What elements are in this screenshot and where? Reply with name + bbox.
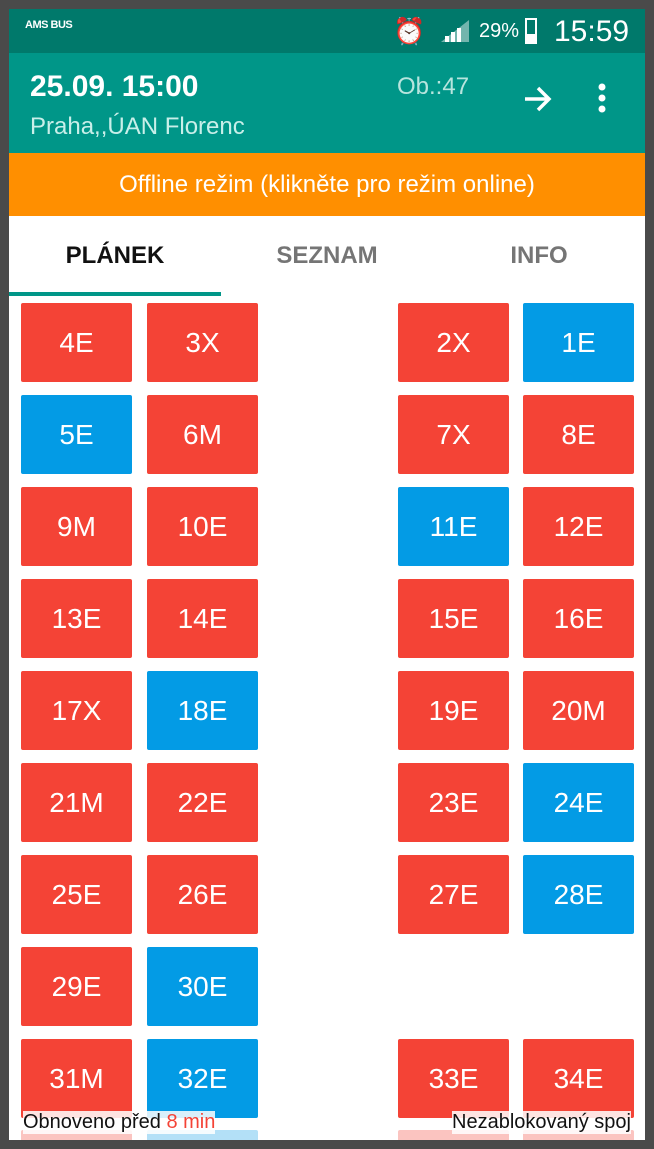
seat-33e[interactable]: 33E (398, 1039, 509, 1118)
updated-prefix: Obnoveno před (23, 1111, 161, 1133)
amsbus-logo: AMS BUS (25, 19, 73, 31)
seat-2x[interactable]: 2X (398, 303, 509, 382)
seat-13e[interactable]: 13E (21, 579, 132, 658)
seat-16e[interactable]: 16E (523, 579, 634, 658)
seat-21m[interactable]: 21M (21, 763, 132, 842)
seat-15e[interactable]: 15E (398, 579, 509, 658)
seat-18e[interactable]: 18E (147, 671, 258, 750)
seat-22e[interactable]: 22E (147, 763, 258, 842)
app-screen: AMS BUS ⏰ 29% 15:59 25.09. 15:00 Praha,,… (9, 9, 645, 1140)
seat-1e[interactable]: 1E (523, 303, 634, 382)
seat-5e[interactable]: 5E (21, 395, 132, 474)
seat-24e[interactable]: 24E (523, 763, 634, 842)
departure-datetime: 25.09. 15:00 (30, 70, 199, 103)
seat-3x[interactable]: 3X (147, 303, 258, 382)
seat-17x[interactable]: 17X (21, 671, 132, 750)
seat-6m[interactable]: 6M (147, 395, 258, 474)
seat-29e[interactable]: 29E (21, 947, 132, 1026)
seat-12e[interactable]: 12E (523, 487, 634, 566)
seat-30e[interactable]: 30E (147, 947, 258, 1026)
seat-20m[interactable]: 20M (523, 671, 634, 750)
seat-19e[interactable]: 19E (398, 671, 509, 750)
clock: 15:59 (554, 15, 630, 48)
offline-mode-banner[interactable]: Offline režim (klikněte pro režim online… (9, 153, 645, 216)
updated-minutes: 8 min (166, 1111, 216, 1133)
arrow-right-icon[interactable] (517, 79, 557, 119)
app-bar: 25.09. 15:00 Praha,,ÚAN Florenc Ob.:47 (9, 53, 645, 153)
seat-26e[interactable]: 26E (147, 855, 258, 934)
seat-25e[interactable]: 25E (21, 855, 132, 934)
departure-station: Praha,,ÚAN Florenc (30, 113, 245, 140)
seat-11e[interactable]: 11E (398, 487, 509, 566)
last-updated: Obnoveno před 8 min (23, 1111, 216, 1134)
seat-7x[interactable]: 7X (398, 395, 509, 474)
seat-4e[interactable]: 4E (21, 303, 132, 382)
signal-icon (441, 20, 469, 42)
seat-34e[interactable]: 34E (523, 1039, 634, 1118)
battery-icon (525, 18, 537, 44)
battery-percent: 29% (479, 20, 520, 42)
tab-planek[interactable]: PLÁNEK (9, 216, 221, 296)
seat-31m[interactable]: 31M (21, 1039, 132, 1118)
tab-seznam[interactable]: SEZNAM (221, 216, 433, 296)
alarm-icon: ⏰ (393, 16, 426, 46)
seat-8e[interactable]: 8E (523, 395, 634, 474)
tab-bar: PLÁNEK SEZNAM INFO (9, 216, 645, 296)
seat-9m[interactable]: 9M (21, 487, 132, 566)
connection-status: Nezablokovaný spoj (452, 1111, 631, 1134)
tab-info[interactable]: INFO (433, 216, 645, 296)
tab-indicator (9, 292, 221, 296)
seat-14e[interactable]: 14E (147, 579, 258, 658)
more-vert-icon[interactable] (587, 79, 617, 123)
seat-28e[interactable]: 28E (523, 855, 634, 934)
seat-32e[interactable]: 32E (147, 1039, 258, 1118)
occupancy-count: Ob.:47 (397, 73, 470, 100)
seat-23e[interactable]: 23E (398, 763, 509, 842)
seat-10e[interactable]: 10E (147, 487, 258, 566)
status-bar: AMS BUS ⏰ 29% 15:59 (9, 9, 645, 53)
seat-27e[interactable]: 27E (398, 855, 509, 934)
